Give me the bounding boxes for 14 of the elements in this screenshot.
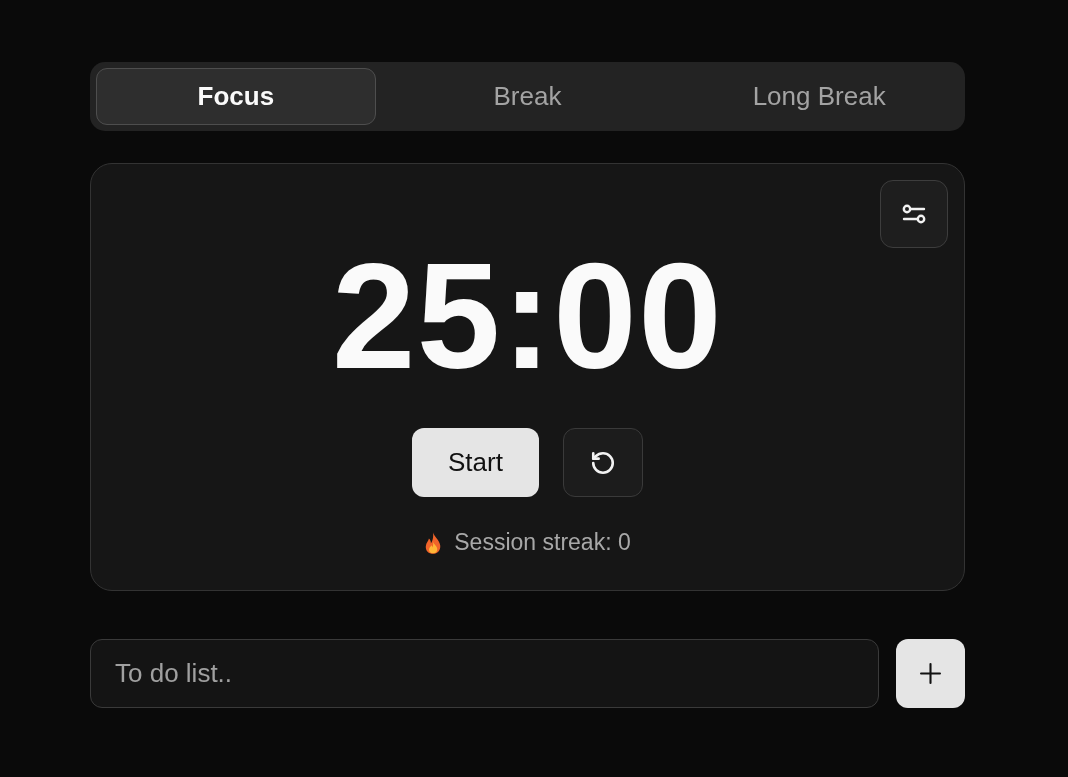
settings-button[interactable] xyxy=(880,180,948,248)
mode-tab[interactable]: Focus xyxy=(96,68,376,125)
start-button[interactable]: Start xyxy=(412,428,539,497)
session-streak-text: Session streak: 0 xyxy=(454,529,631,556)
plus-icon xyxy=(920,663,941,684)
add-button[interactable] xyxy=(896,639,965,708)
timer-display: 25:00 xyxy=(331,236,724,396)
mode-tab[interactable]: Break xyxy=(387,68,668,125)
flame-icon xyxy=(424,530,443,555)
sliders-icon xyxy=(902,204,926,224)
reset-icon xyxy=(590,449,616,476)
reset-button[interactable] xyxy=(563,428,643,497)
todo-input-field[interactable]: To do list.. xyxy=(90,639,879,708)
mode-tab[interactable]: Long Break xyxy=(679,68,959,125)
